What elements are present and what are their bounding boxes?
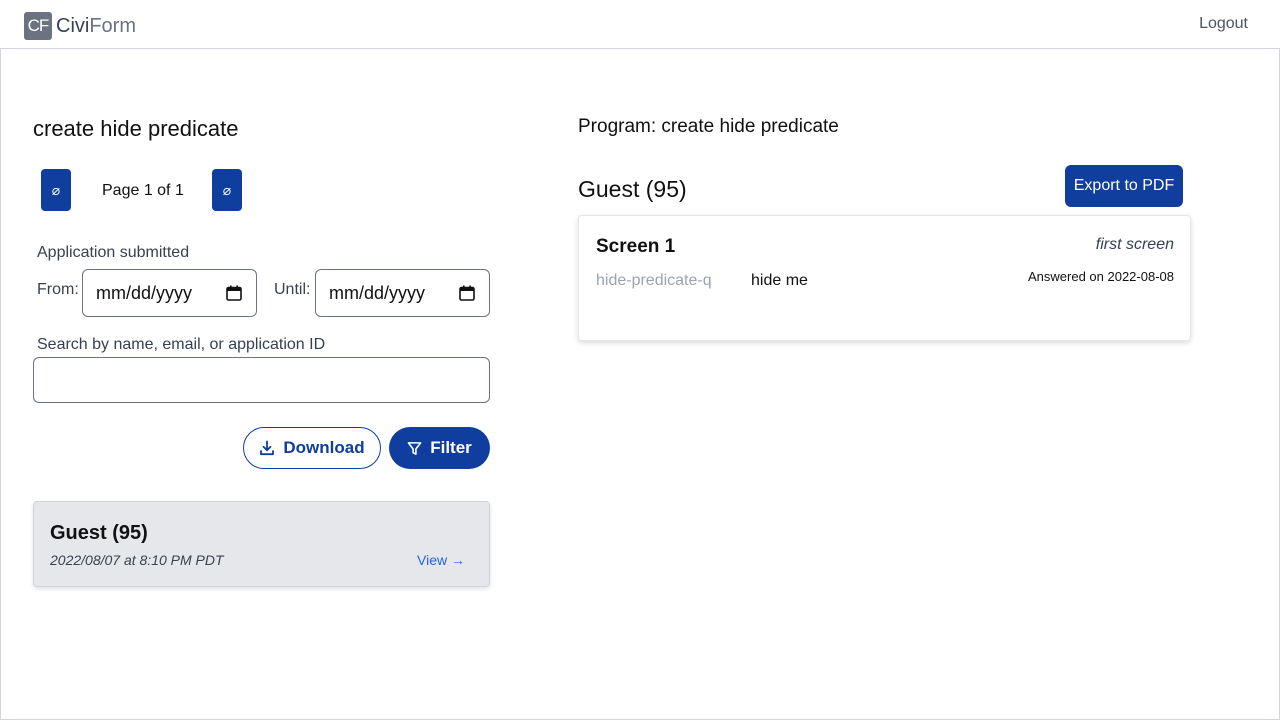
- download-icon: [260, 440, 275, 456]
- program-title: Program: create hide predicate: [578, 116, 839, 137]
- submission-time: 2022/08/07 at 8:10 PM PDT: [50, 552, 224, 568]
- applicant-name: Guest (95): [50, 522, 148, 544]
- program-name-heading: create hide predicate: [33, 116, 239, 141]
- calendar-icon[interactable]: [459, 285, 475, 301]
- application-card[interactable]: Guest (95) 2022/08/07 at 8:10 PM PDT Vie…: [33, 501, 490, 587]
- from-date-input[interactable]: mm/dd/yyyy: [82, 269, 257, 317]
- logo-box: CF: [24, 12, 52, 40]
- applicant-heading: Guest (95): [578, 176, 687, 202]
- logo-text-light: Form: [89, 14, 137, 37]
- until-label: Until:: [274, 281, 311, 298]
- screen-description: first screen: [1095, 236, 1174, 253]
- filter-label: Filter: [430, 438, 472, 457]
- from-date-value: mm/dd/yyyy: [96, 282, 193, 303]
- logo-text: CiviForm: [56, 15, 136, 38]
- page-indicator: Page 1 of 1: [102, 182, 184, 199]
- empty-set-icon: ⌀: [51, 181, 61, 198]
- answered-date: Answered on 2022-08-08: [1028, 269, 1174, 284]
- question-answer: hide me: [751, 272, 808, 289]
- logout-link[interactable]: Logout: [1199, 15, 1248, 33]
- download-label: Download: [283, 438, 365, 457]
- until-date-value: mm/dd/yyyy: [329, 282, 426, 303]
- download-button[interactable]: Download: [243, 427, 381, 469]
- calendar-icon[interactable]: [226, 285, 242, 301]
- empty-set-icon: ⌀: [222, 181, 232, 198]
- navbar: CF CiviForm Logout: [0, 0, 1280, 49]
- question-name: hide-predicate-q: [596, 272, 712, 289]
- logo-text-bold: Civi: [56, 14, 90, 37]
- application-submitted-label: Application submitted: [37, 244, 190, 261]
- civiform-logo[interactable]: CF CiviForm: [24, 12, 136, 40]
- export-to-pdf-button[interactable]: Export to PDF: [1065, 165, 1183, 207]
- from-label: From:: [37, 281, 79, 298]
- search-label: Search by name, email, or application ID: [37, 336, 326, 353]
- search-input[interactable]: [33, 357, 490, 403]
- filter-button[interactable]: Filter: [389, 427, 490, 469]
- screen-card: Screen 1 first screen hide-predicate-q h…: [578, 215, 1191, 341]
- next-page-button[interactable]: ⌀: [212, 169, 242, 211]
- previous-page-button[interactable]: ⌀: [41, 169, 71, 211]
- view-application-link[interactable]: View →: [417, 552, 465, 568]
- screen-name: Screen 1: [596, 236, 676, 257]
- until-date-input[interactable]: mm/dd/yyyy: [315, 269, 490, 317]
- filter-icon: [407, 441, 422, 455]
